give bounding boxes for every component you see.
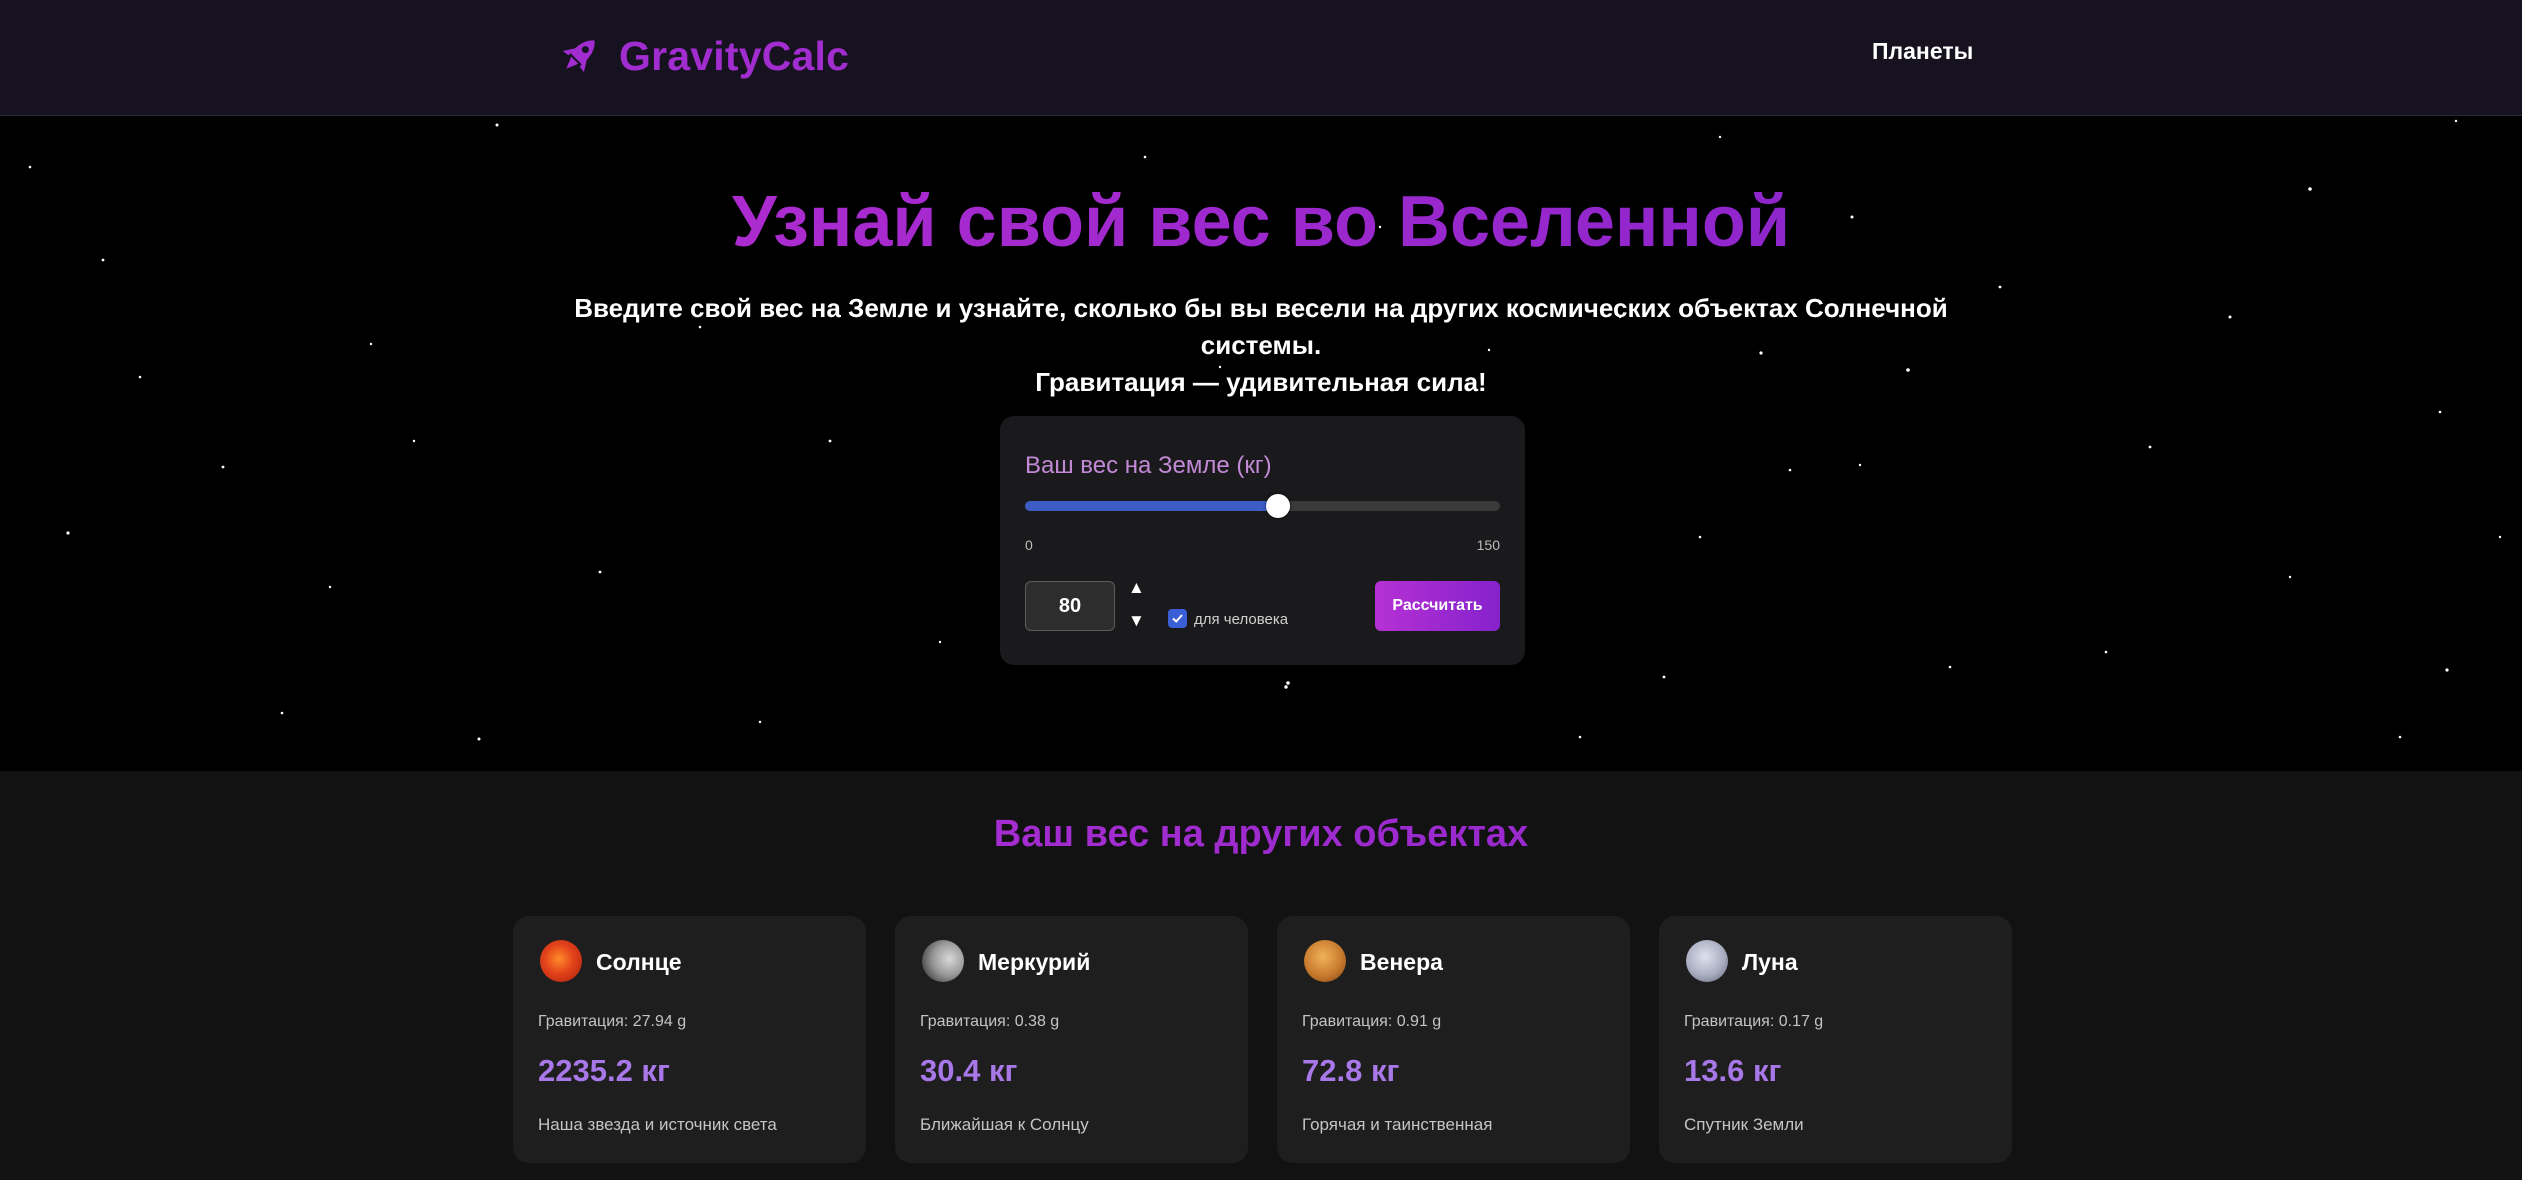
- planet-card-mercury[interactable]: Меркурий Гравитация: 0.38 g 30.4 кг Ближ…: [895, 916, 1248, 1163]
- planet-weight: 72.8 кг: [1302, 1053, 1400, 1088]
- results-title: Ваш вес на других объектах: [0, 813, 2522, 856]
- planet-description: Горячая и таинственная: [1302, 1115, 1493, 1134]
- planet-name: Луна: [1742, 949, 1798, 975]
- checkmark-icon: [1172, 614, 1183, 623]
- weight-slider-fill: [1025, 501, 1279, 511]
- weight-slider[interactable]: [1025, 494, 1500, 518]
- sun-icon: [540, 940, 582, 982]
- calculate-button[interactable]: Рассчитать: [1375, 581, 1500, 631]
- slider-max-label: 150: [1476, 537, 1500, 553]
- moon-icon: [1686, 940, 1728, 982]
- nav-link-planets[interactable]: Планеты: [1872, 38, 1973, 65]
- hero-subtitle-line-1: Введите свой вес на Земле и узнайте, ско…: [574, 293, 1948, 360]
- planet-gravity: Гравитация: 27.94 g: [538, 1013, 687, 1030]
- planet-gravity: Гравитация: 0.17 g: [1684, 1013, 1824, 1030]
- page: GravityCalc Планеты Узнай свой вес во Вс…: [0, 0, 2522, 1180]
- planet-card-venus[interactable]: Венера Гравитация: 0.91 g 72.8 кг Горяча…: [1277, 916, 1630, 1163]
- weight-input[interactable]: [1025, 581, 1115, 631]
- hero-title: Узнай свой вес во Вселенной: [0, 181, 2522, 263]
- planet-gravity: Гравитация: 0.91 g: [1302, 1013, 1442, 1030]
- top-nav: GravityCalc Планеты: [0, 0, 2522, 116]
- slider-min-label: 0: [1025, 537, 1033, 553]
- planet-description: Наша звезда и источник света: [538, 1115, 777, 1134]
- human-checkbox-label[interactable]: для человека: [1194, 611, 1288, 628]
- planet-gravity: Гравитация: 0.38 g: [920, 1013, 1060, 1030]
- planet-weight: 30.4 кг: [920, 1053, 1018, 1088]
- hero-subtitle: Введите свой вес на Земле и узнайте, ско…: [511, 290, 2011, 401]
- human-checkbox[interactable]: [1168, 609, 1187, 628]
- planet-weight: 13.6 кг: [1684, 1053, 1782, 1088]
- planet-card-moon[interactable]: Луна Гравитация: 0.17 g 13.6 кг Спутник …: [1659, 916, 2012, 1163]
- hero-subtitle-line-2: Гравитация — удивительная сила!: [1035, 367, 1487, 397]
- rocket-icon: [562, 40, 595, 73]
- weight-slider-thumb[interactable]: [1266, 494, 1291, 518]
- planet-name: Венера: [1360, 949, 1443, 975]
- mercury-icon: [922, 940, 964, 982]
- weight-label: Ваш вес на Земле (кг): [1025, 452, 1272, 479]
- brand-logo[interactable]: GravityCalc: [555, 30, 849, 82]
- brand-name: GravityCalc: [619, 32, 850, 79]
- increment-arrow-icon[interactable]: ▲: [1128, 578, 1145, 598]
- planet-description: Ближайшая к Солнцу: [920, 1115, 1089, 1134]
- weight-calculator-card: Ваш вес на Земле (кг) 0 150 ▲ ▼ для чело…: [1000, 416, 1525, 665]
- planet-card-sun[interactable]: Солнце Гравитация: 27.94 g 2235.2 кг Наш…: [513, 916, 866, 1163]
- planet-name: Солнце: [596, 949, 682, 975]
- planet-name: Меркурий: [978, 949, 1091, 975]
- decrement-arrow-icon[interactable]: ▼: [1128, 611, 1145, 631]
- venus-icon: [1304, 940, 1346, 982]
- planet-description: Спутник Земли: [1684, 1115, 1804, 1134]
- results-section: Ваш вес на других объектах Солнце Гравит…: [0, 771, 2522, 1180]
- planet-weight: 2235.2 кг: [538, 1053, 670, 1088]
- hero-section: Узнай свой вес во Вселенной Введите свой…: [0, 117, 2522, 771]
